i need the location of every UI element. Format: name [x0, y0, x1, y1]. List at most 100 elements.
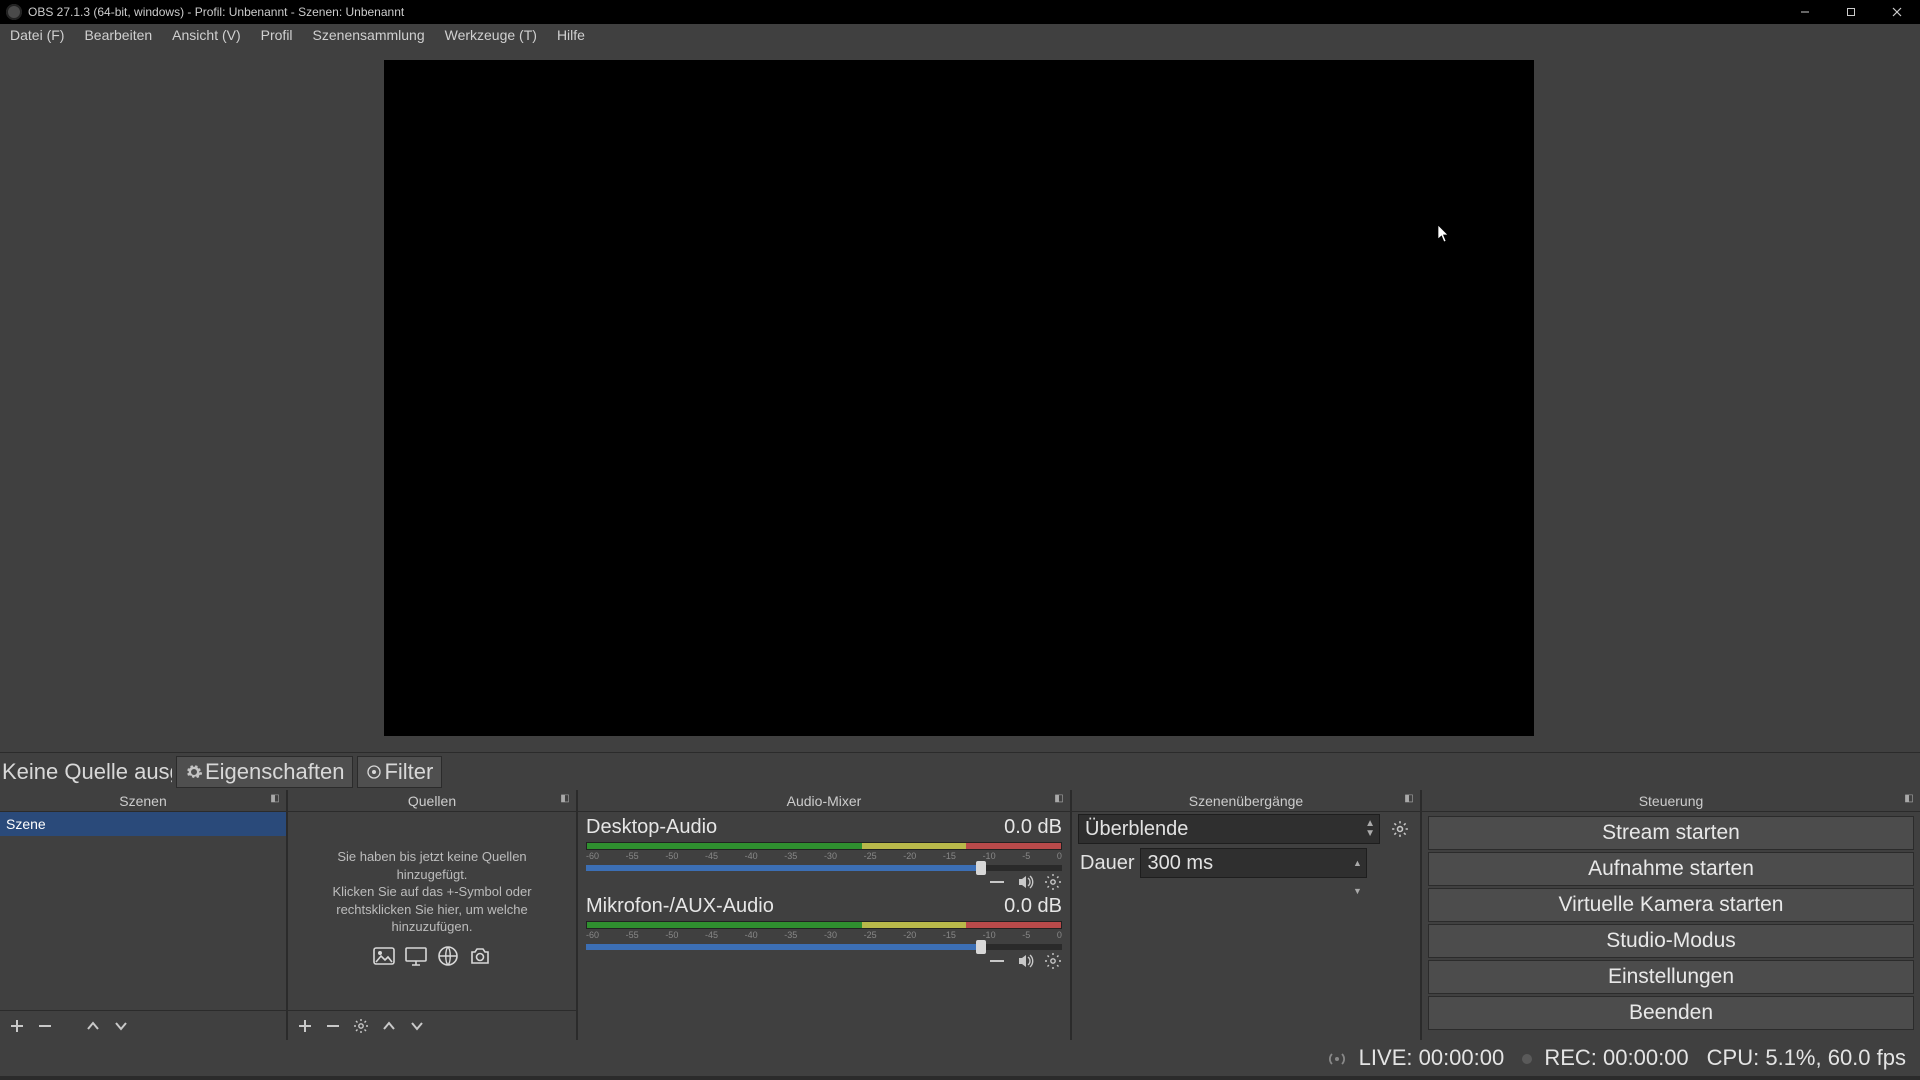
scene-item[interactable]: Szene: [0, 812, 286, 836]
dock-popout-icon[interactable]: ◧: [1402, 793, 1416, 807]
source-up-button[interactable]: [380, 1017, 398, 1035]
sources-header: Quellen ◧: [288, 790, 576, 812]
sources-placeholder-line1: Sie haben bis jetzt keine Quellen hinzug…: [316, 848, 548, 883]
scenes-header: Szenen ◧: [0, 790, 286, 812]
minimize-button[interactable]: [1782, 0, 1828, 24]
audio-mixer-dock: Audio-Mixer ◧ Desktop-Audio 0.0 dB -60-55-…: [578, 790, 1072, 1040]
gear-icon: [185, 763, 203, 781]
maximize-button[interactable]: [1828, 0, 1874, 24]
status-bar: LIVE: 00:00:00 REC: 00:00:00 CPU: 5.1%, …: [0, 1040, 1920, 1076]
exit-button[interactable]: Beenden: [1428, 996, 1914, 1030]
remove-source-button[interactable]: [324, 1017, 342, 1035]
globe-icon: [434, 944, 462, 968]
preview-canvas[interactable]: [384, 60, 1534, 736]
mixer-more-icon[interactable]: [988, 873, 1006, 891]
chevron-up-icon[interactable]: ▲: [1348, 849, 1366, 877]
speaker-icon[interactable]: [1016, 952, 1034, 970]
status-cpu: CPU: 5.1%, 60.0 fps: [1707, 1045, 1906, 1071]
dock-popout-icon[interactable]: ◧: [558, 793, 572, 807]
studio-mode-button[interactable]: Studio-Modus: [1428, 924, 1914, 958]
filter-icon: [366, 764, 382, 780]
no-source-label: Keine Quelle ausgewählt: [2, 759, 172, 785]
mixer-track: Mikrofon-/AUX-Audio0.0 dB-60-55-50-45-40…: [578, 891, 1070, 970]
add-scene-button[interactable]: [8, 1017, 26, 1035]
properties-button[interactable]: Eigenschaften: [176, 756, 353, 788]
scenes-toolbar: [0, 1010, 286, 1040]
filter-label: Filter: [384, 759, 433, 785]
audio-meter: [586, 921, 1062, 929]
source-settings-button[interactable]: [352, 1017, 370, 1035]
menu-edit[interactable]: Bearbeiten: [74, 24, 162, 46]
transition-select[interactable]: Überblende ▲▼: [1078, 814, 1380, 844]
status-live: LIVE: 00:00:00: [1327, 1045, 1505, 1071]
remove-scene-button[interactable]: [36, 1017, 54, 1035]
scene-down-button[interactable]: [112, 1017, 130, 1035]
dock-popout-icon[interactable]: ◧: [1052, 793, 1066, 807]
gear-icon[interactable]: [1044, 873, 1062, 891]
scenes-title: Szenen: [119, 793, 166, 809]
start-vcam-button[interactable]: Virtuelle Kamera starten: [1428, 888, 1914, 922]
add-source-button[interactable]: [296, 1017, 314, 1035]
sources-placeholder: Sie haben bis jetzt keine Quellen hinzug…: [288, 848, 576, 968]
sources-dock: Quellen ◧ Sie haben bis jetzt keine Quel…: [288, 790, 578, 1040]
display-icon: [402, 944, 430, 968]
menu-file[interactable]: Datei (F): [0, 24, 74, 46]
close-button[interactable]: [1874, 0, 1920, 24]
mixer-track-name: Mikrofon-/AUX-Audio: [586, 895, 774, 918]
meter-ticks: -60-55-50-45-40-35-30-25-20-15-10-50: [586, 930, 1062, 942]
mixer-track-name: Desktop-Audio: [586, 816, 717, 839]
slider-knob[interactable]: [976, 940, 986, 954]
transition-settings-button[interactable]: [1386, 815, 1414, 843]
title-bar: OBS 27.1.3 (64-bit, windows) - Profil: U…: [0, 0, 1920, 24]
app-icon: [6, 4, 22, 20]
transitions-header: Szenenübergänge ◧: [1072, 790, 1420, 812]
speaker-icon[interactable]: [1016, 873, 1034, 891]
chevron-down-icon[interactable]: ▼: [1348, 877, 1366, 905]
window-title: OBS 27.1.3 (64-bit, windows) - Profil: U…: [28, 5, 404, 19]
status-live-text: LIVE: 00:00:00: [1359, 1045, 1505, 1070]
filter-button[interactable]: Filter: [357, 756, 442, 788]
sources-placeholder-line2: Klicken Sie auf das +-Symbol oder rechts…: [316, 883, 548, 936]
audio-meter: [586, 842, 1062, 850]
menu-profile[interactable]: Profil: [251, 24, 303, 46]
camera-icon: [466, 944, 494, 968]
transitions-title: Szenenübergänge: [1189, 793, 1303, 809]
mixer-more-icon[interactable]: [988, 952, 1006, 970]
image-icon: [370, 944, 398, 968]
menu-view[interactable]: Ansicht (V): [162, 24, 250, 46]
menu-tools[interactable]: Werkzeuge (T): [435, 24, 547, 46]
menu-scene-collection[interactable]: Szenensammlung: [303, 24, 435, 46]
mixer-track-level: 0.0 dB: [1004, 816, 1062, 839]
dock-popout-icon[interactable]: ◧: [268, 793, 282, 807]
menu-bar: Datei (F) Bearbeiten Ansicht (V) Profil …: [0, 24, 1920, 46]
mixer-header: Audio-Mixer ◧: [578, 790, 1070, 812]
mixer-title: Audio-Mixer: [787, 793, 862, 809]
gear-icon[interactable]: [1044, 952, 1062, 970]
preview-area: [0, 46, 1920, 752]
transition-select-value: Überblende: [1085, 818, 1188, 840]
properties-label: Eigenschaften: [205, 759, 344, 785]
mixer-track: Desktop-Audio0.0 dB-60-55-50-45-40-35-30…: [578, 812, 1070, 891]
start-stream-button[interactable]: Stream starten: [1428, 816, 1914, 850]
volume-slider[interactable]: [586, 865, 1062, 871]
docks-row: Szenen ◧ Szene Quellen ◧ Sie haben bis j…: [0, 790, 1920, 1040]
duration-spinner[interactable]: 300 ms ▲▼: [1140, 848, 1367, 878]
record-dot-icon: [1522, 1054, 1532, 1064]
duration-label: Dauer: [1078, 852, 1134, 875]
menu-help[interactable]: Hilfe: [547, 24, 595, 46]
dock-popout-icon[interactable]: ◧: [1902, 793, 1916, 807]
start-record-button[interactable]: Aufnahme starten: [1428, 852, 1914, 886]
settings-button[interactable]: Einstellungen: [1428, 960, 1914, 994]
source-context-bar: Keine Quelle ausgewählt Eigenschaften Fi…: [0, 752, 1920, 790]
source-down-button[interactable]: [408, 1017, 426, 1035]
sources-toolbar: [288, 1010, 576, 1040]
controls-header: Steuerung ◧: [1422, 790, 1920, 812]
controls-dock: Steuerung ◧ Stream starten Aufnahme star…: [1422, 790, 1920, 1040]
slider-knob[interactable]: [976, 861, 986, 875]
chevron-updown-icon: ▲▼: [1365, 819, 1375, 839]
status-rec-text: REC: 00:00:00: [1544, 1045, 1688, 1070]
controls-title: Steuerung: [1639, 793, 1704, 809]
scene-up-button[interactable]: [84, 1017, 102, 1035]
volume-slider[interactable]: [586, 944, 1062, 950]
sources-title: Quellen: [408, 793, 456, 809]
